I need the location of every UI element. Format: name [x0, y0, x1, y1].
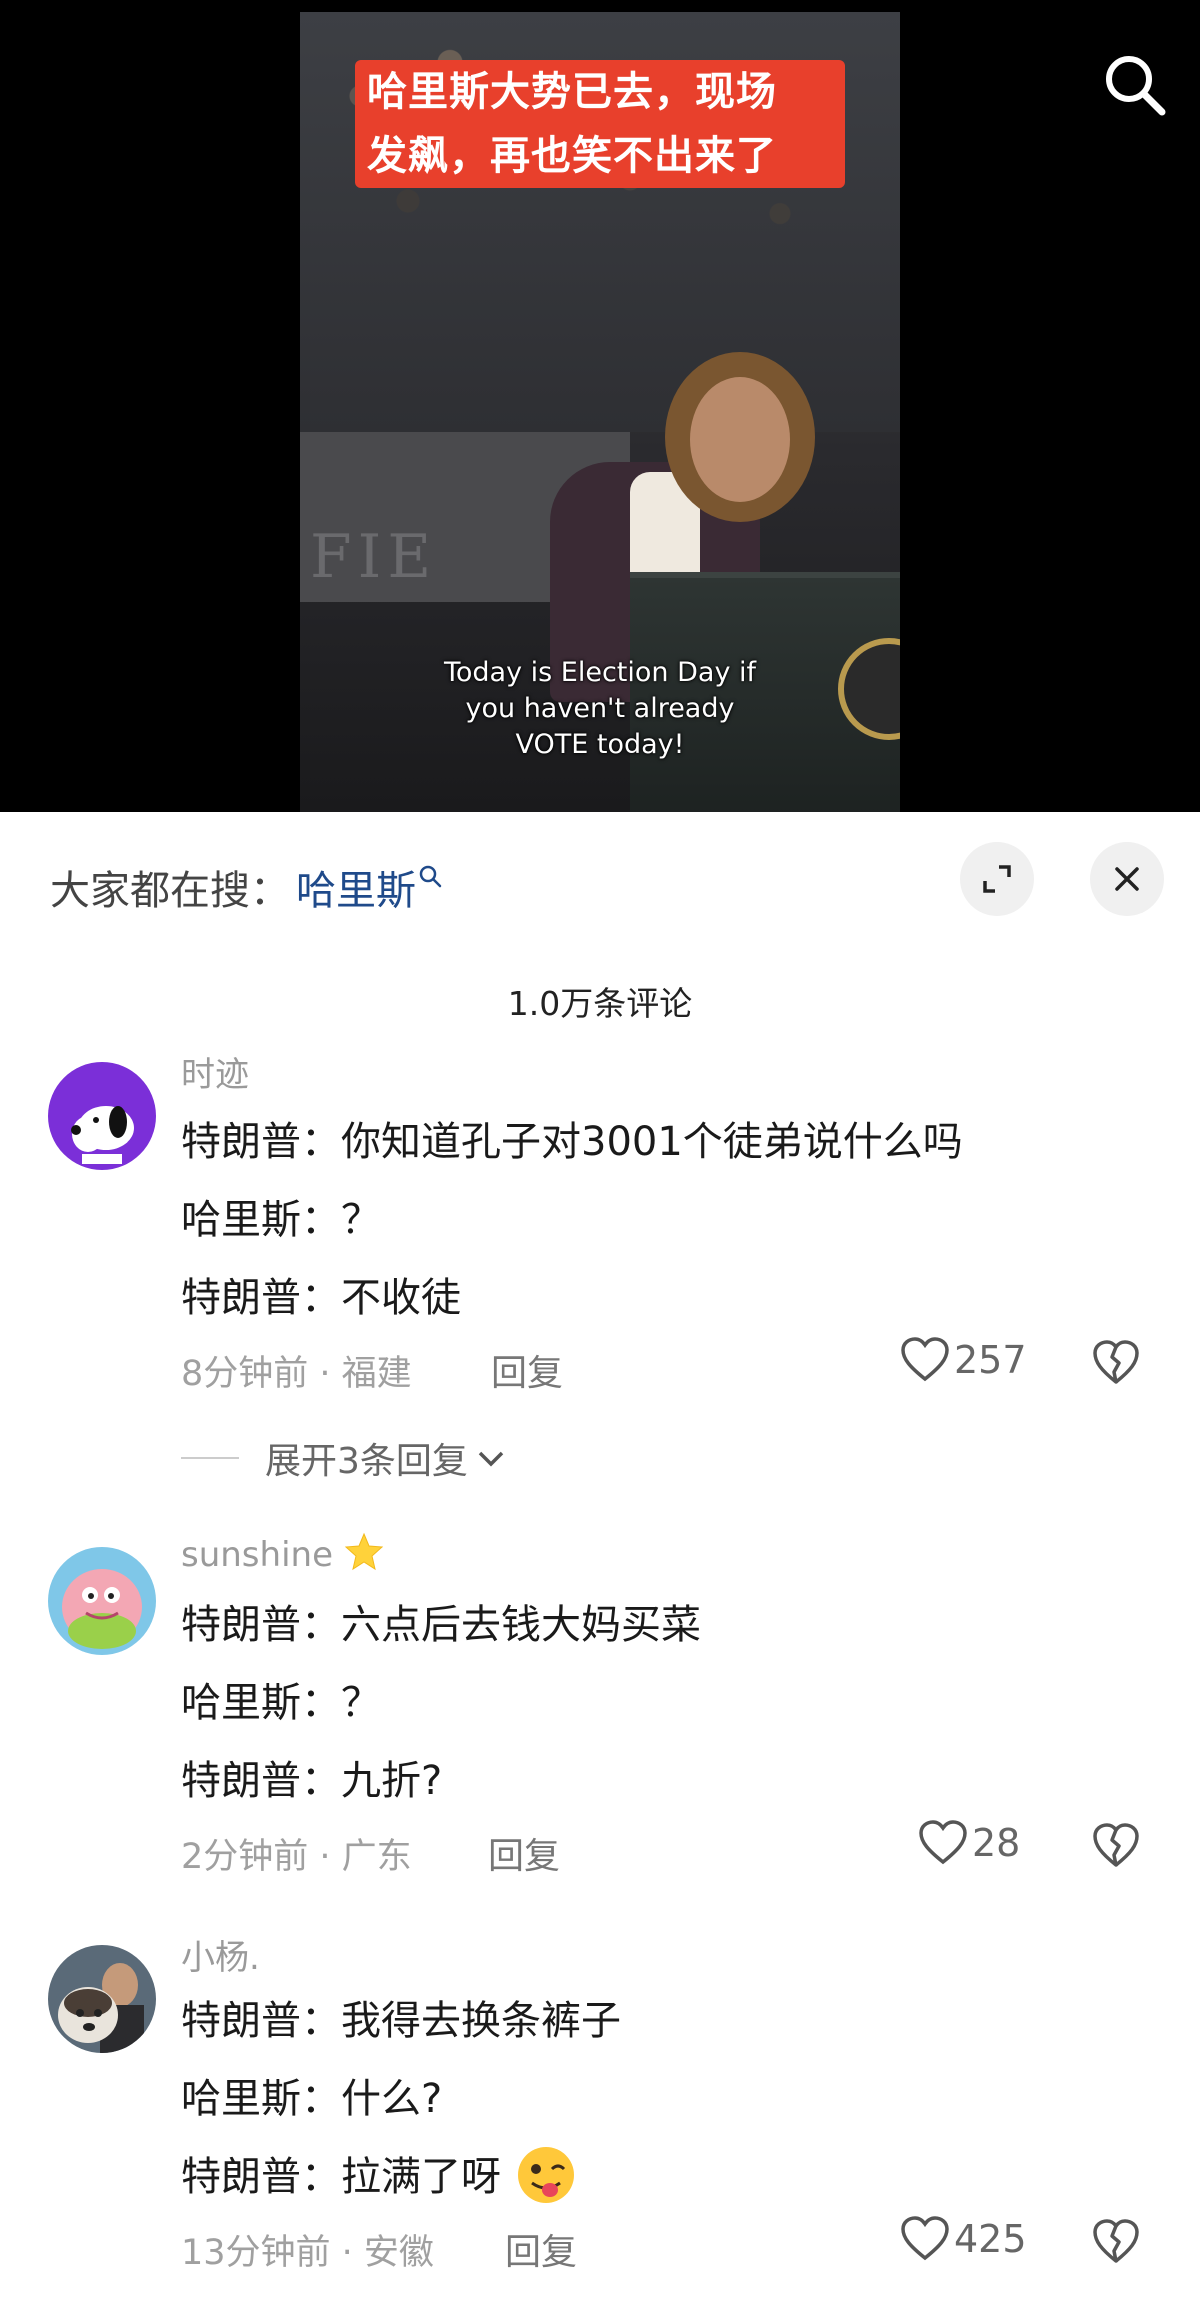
like-button[interactable]: 425	[900, 2216, 1027, 2262]
comment-text-line: 特朗普：你知道孔子对3001个徒弟说什么吗	[181, 1119, 963, 1165]
heart-icon	[901, 2216, 949, 2261]
avatar[interactable]	[48, 1062, 156, 1170]
video-subtitle-line: Today is Election Day if	[443, 657, 757, 688]
tongue-wink-emoji	[517, 2147, 574, 2203]
video-title-line: 发飙，再也笑不出来了	[367, 133, 777, 179]
trending-search-row: 大家都在搜： 哈里斯	[50, 852, 444, 922]
video-title-line: 哈里斯大势已去，现场	[367, 69, 777, 115]
comment-text-line: 哈里斯：？	[181, 1680, 381, 1726]
comment-text-line: 特朗普：拉满了呀	[181, 2144, 578, 2207]
video-subtitle-line: VOTE today!	[515, 729, 685, 760]
comment-username-text: sunshine	[181, 1535, 333, 1575]
comment-text-line: 哈里斯：什么?	[181, 2076, 443, 2122]
video-player[interactable]: FIE 哈里斯大势已去，现场 发飙，再也笑不出来了 Today is Elect…	[0, 0, 1200, 812]
video-speaker-face	[690, 377, 790, 502]
expand-icon	[983, 865, 1011, 893]
like-button[interactable]: 28	[918, 1820, 1020, 1866]
reply-button[interactable]: 回复	[488, 1827, 560, 1879]
divider	[181, 1457, 239, 1459]
comment-text-line: 特朗普：九折?	[181, 1758, 443, 1804]
dislike-button[interactable]	[1092, 1823, 1140, 1873]
trending-search-term[interactable]: 哈里斯	[296, 858, 416, 916]
dislike-button[interactable]	[1092, 1340, 1140, 1390]
comment-username[interactable]: 小杨.	[181, 1930, 260, 1979]
search-icon	[1106, 56, 1166, 116]
broken-heart-icon	[1093, 2219, 1139, 2263]
comment-time-location: 2分钟前 · 广东	[181, 1837, 412, 1877]
reply-button[interactable]: 回复	[505, 2223, 577, 2275]
like-count: 425	[954, 2217, 1027, 2261]
comment-time-location: 8分钟前 · 福建	[181, 1354, 412, 1394]
search-button[interactable]	[1100, 50, 1170, 120]
close-icon	[1115, 867, 1139, 891]
like-button[interactable]: 257	[900, 1337, 1027, 1383]
comment-text: 特朗普：拉满了呀	[181, 2154, 501, 2200]
comment-text-line: 特朗普：不收徒	[181, 1275, 461, 1321]
like-count: 28	[972, 1821, 1021, 1865]
broken-heart-icon	[1093, 1340, 1139, 1384]
like-count: 257	[954, 1338, 1027, 1382]
dislike-button[interactable]	[1092, 2219, 1140, 2269]
expand-replies-button[interactable]: 展开3条回复	[181, 1432, 508, 1484]
comment-time-location: 13分钟前 · 安徽	[181, 2233, 434, 2273]
comment-username[interactable]: 时迹	[181, 1047, 249, 1096]
reply-button[interactable]: 回复	[491, 1344, 563, 1396]
search-icon	[419, 865, 442, 888]
trending-search-prefix: 大家都在搜：	[50, 868, 290, 914]
expand-button[interactable]	[960, 842, 1034, 916]
star-icon	[344, 1532, 384, 1571]
heart-icon	[901, 1337, 949, 1382]
video-subtitle-line: you haven't already	[465, 693, 735, 724]
avatar[interactable]	[48, 1945, 156, 2053]
video-subtitle: Today is Election Day if you haven't alr…	[300, 655, 900, 763]
expand-replies-label: 展开3条回复	[265, 1441, 468, 1482]
comment-username[interactable]: sunshine	[181, 1532, 384, 1575]
heart-icon	[919, 1820, 967, 1865]
avatar[interactable]	[48, 1547, 156, 1655]
chevron-down-icon	[478, 1451, 504, 1467]
video-title-caption: 哈里斯大势已去，现场 发飙，再也笑不出来了	[355, 60, 845, 188]
comment-count: 1.0万条评论	[507, 984, 693, 1023]
comment-text-line: 特朗普：六点后去钱大妈买菜	[181, 1602, 701, 1648]
broken-heart-icon	[1093, 1823, 1139, 1867]
comment-text-line: 哈里斯：？	[181, 1197, 381, 1243]
comments-sheet: 大家都在搜： 哈里斯 1.0万条评论 时迹 特朗普：你知道孔子对3001个徒弟说…	[0, 812, 1200, 2306]
close-button[interactable]	[1090, 842, 1164, 916]
comment-text-line: 特朗普：我得去换条裤子	[181, 1998, 621, 2044]
